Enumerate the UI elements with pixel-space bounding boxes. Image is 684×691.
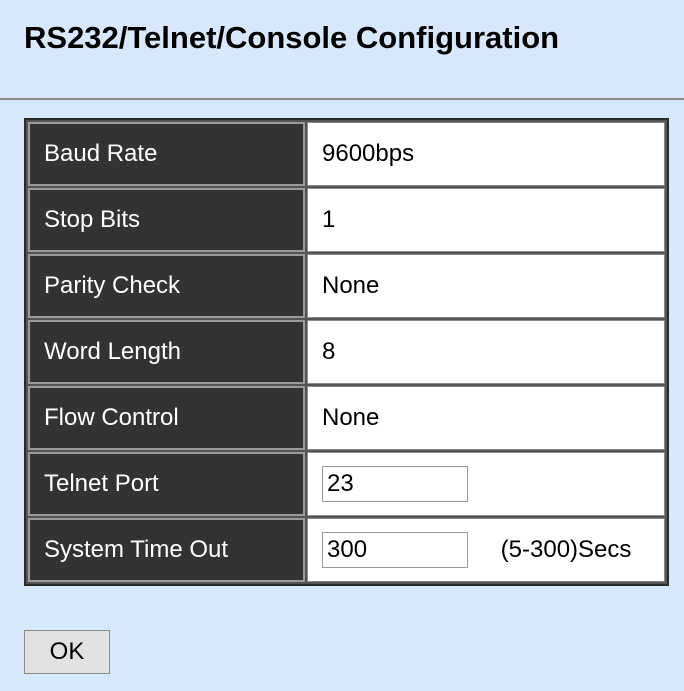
table-row-word-length: Word Length 8 bbox=[28, 320, 665, 384]
word-length-label: Word Length bbox=[28, 320, 305, 384]
word-length-value: 8 bbox=[307, 320, 665, 384]
timeout-range-hint: (5-300)Secs bbox=[500, 536, 632, 563]
parity-check-label: Parity Check bbox=[28, 254, 305, 318]
parity-check-value: None bbox=[307, 254, 665, 318]
table-row-baud-rate: Baud Rate 9600bps bbox=[28, 122, 665, 186]
table-row-stop-bits: Stop Bits 1 bbox=[28, 188, 665, 252]
table-row-telnet-port: Telnet Port bbox=[28, 452, 665, 516]
stop-bits-label: Stop Bits bbox=[28, 188, 305, 252]
ok-button[interactable]: OK bbox=[24, 630, 110, 674]
telnet-port-label: Telnet Port bbox=[28, 452, 305, 516]
table-row-system-timeout: System Time Out (5-300)Secs bbox=[28, 518, 665, 582]
baud-rate-value: 9600bps bbox=[307, 122, 665, 186]
title-divider bbox=[0, 98, 684, 100]
system-timeout-input[interactable] bbox=[322, 532, 468, 568]
telnet-port-input[interactable] bbox=[322, 466, 468, 502]
system-timeout-cell: (5-300)Secs bbox=[307, 518, 665, 582]
table-row-parity-check: Parity Check None bbox=[28, 254, 665, 318]
flow-control-value: None bbox=[307, 386, 665, 450]
system-timeout-label: System Time Out bbox=[28, 518, 305, 582]
stop-bits-value: 1 bbox=[307, 188, 665, 252]
config-table: Baud Rate 9600bps Stop Bits 1 Parity Che… bbox=[24, 118, 669, 586]
flow-control-label: Flow Control bbox=[28, 386, 305, 450]
page-title: RS232/Telnet/Console Configuration bbox=[24, 20, 560, 55]
table-row-flow-control: Flow Control None bbox=[28, 386, 665, 450]
baud-rate-label: Baud Rate bbox=[28, 122, 305, 186]
telnet-port-cell bbox=[307, 452, 665, 516]
